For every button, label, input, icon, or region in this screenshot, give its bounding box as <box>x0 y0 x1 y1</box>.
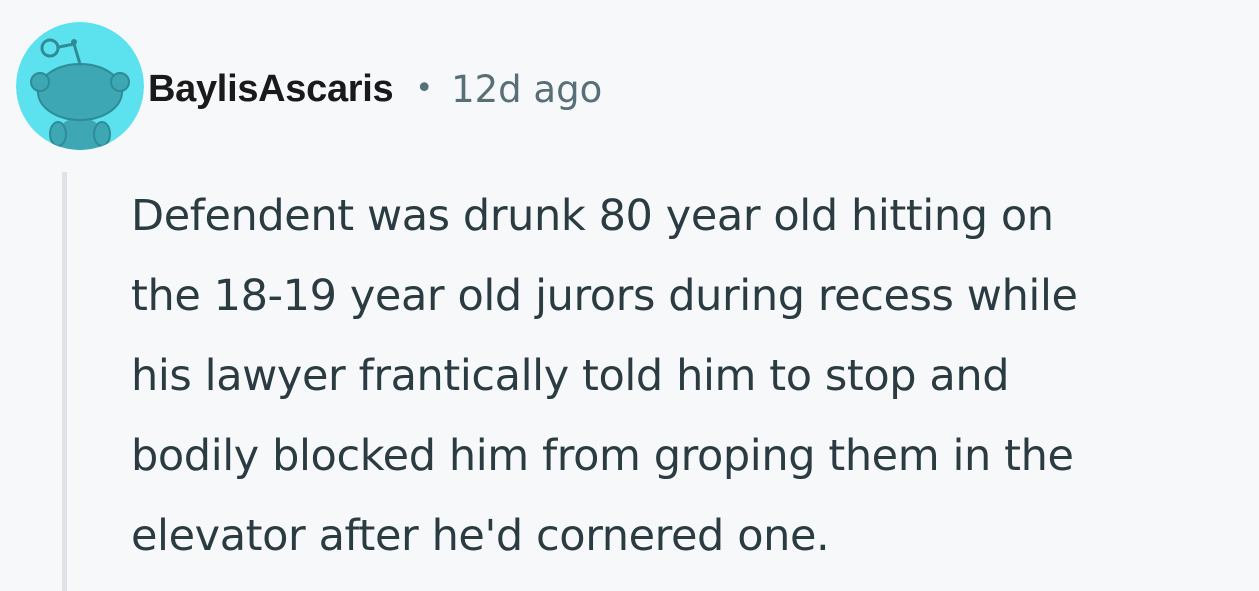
comment-header: BaylisAscaris • 12d ago <box>148 62 602 116</box>
comment-body-line: his lawyer frantically told him to stop … <box>131 351 1010 401</box>
comment-body-line: the 18-19 year old jurors during recess … <box>131 271 1078 321</box>
thread-collapse-line[interactable] <box>62 172 67 591</box>
comment-body-line: Defendent was drunk 80 year old hitting … <box>131 191 1054 241</box>
comment-timestamp[interactable]: 12d ago <box>451 68 602 111</box>
reddit-snoo-avatar-icon <box>16 22 144 150</box>
meta-separator: • <box>415 71 434 106</box>
comment-body: Defendent was drunk 80 year old hitting … <box>131 176 1251 576</box>
comment: BaylisAscaris • 12d ago Defendent was dr… <box>0 0 1259 591</box>
avatar[interactable] <box>16 22 144 150</box>
comment-body-line: elevator after he'd cornered one. <box>131 511 830 561</box>
comment-body-line: bodily blocked him from groping them in … <box>131 431 1074 481</box>
username-link[interactable]: BaylisAscaris <box>148 68 394 111</box>
